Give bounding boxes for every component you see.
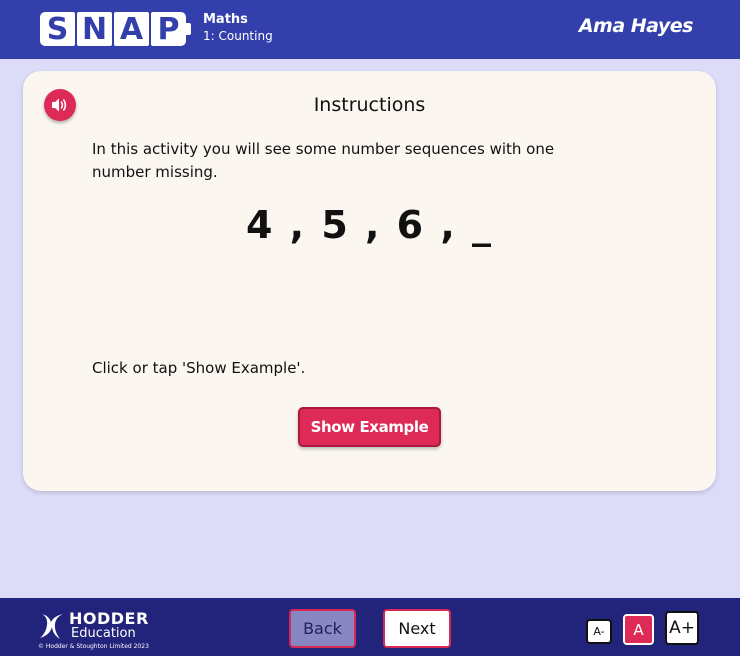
logo-letter-s: S: [40, 12, 75, 47]
user-name: Ama Hayes: [578, 15, 694, 37]
logo-letter-a: A: [114, 12, 149, 47]
logo-letter-p: P: [151, 12, 186, 47]
logo-battery-tab: [186, 23, 191, 35]
header: S N A P Maths 1: Counting Ama Hayes: [0, 0, 740, 59]
number-sequence: 4 , 5 , 6 , _: [245, 203, 493, 247]
card-title: Instructions: [313, 94, 426, 116]
unit-title: 1: Counting: [203, 29, 273, 43]
logo-letter-n: N: [77, 12, 112, 47]
instructions-card: Instructions In this activity you will s…: [23, 71, 716, 491]
subject-info: Maths 1: Counting: [203, 12, 273, 44]
instruction-text: In this activity you will see some numbe…: [92, 140, 555, 181]
snap-logo: S N A P: [40, 12, 191, 47]
footer: HODDER Education © Hodder & Stoughton Li…: [0, 598, 740, 656]
show-example-button[interactable]: Show Example: [298, 407, 441, 447]
font-smaller-button[interactable]: A-: [586, 619, 612, 644]
font-larger-button[interactable]: A+: [665, 611, 699, 645]
font-normal-button[interactable]: A: [623, 614, 654, 645]
brand-line-2: Education: [71, 626, 136, 641]
back-button[interactable]: Back: [289, 609, 356, 648]
copyright: © Hodder & Stoughton Limited 2023: [38, 643, 149, 650]
hodder-mark-icon: [40, 614, 63, 639]
next-button[interactable]: Next: [383, 609, 451, 648]
prompt-text: Click or tap 'Show Example'.: [92, 359, 306, 377]
subject-title: Maths: [203, 12, 248, 27]
